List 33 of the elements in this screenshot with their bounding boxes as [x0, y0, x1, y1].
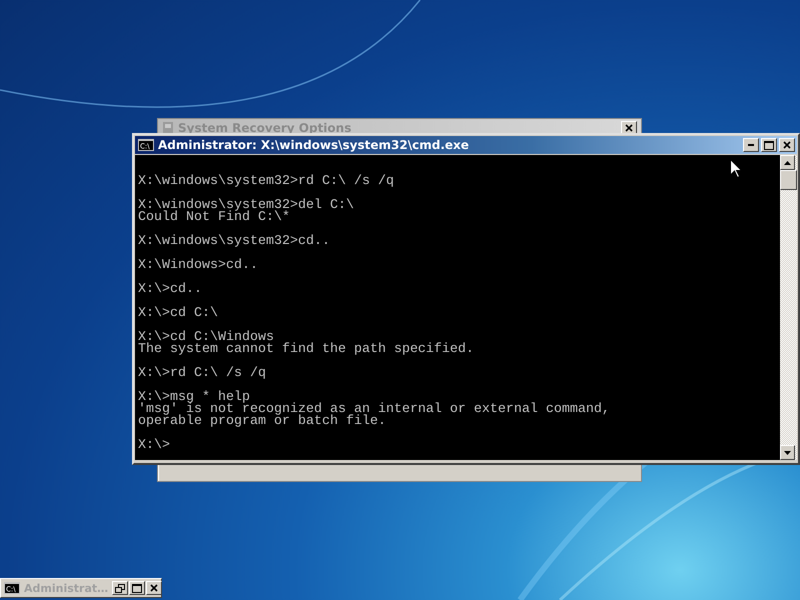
- window-title: Administrator: X:\windows\system32\cmd.exe: [158, 138, 469, 152]
- scroll-up-button[interactable]: [780, 155, 795, 170]
- restore-icon: [115, 584, 126, 592]
- console-line: X:\>rd C:\ /s /q: [138, 368, 267, 380]
- maximize-button[interactable]: [761, 138, 777, 152]
- minimize-button[interactable]: [743, 138, 759, 152]
- console-line: operable program or batch file.: [138, 416, 387, 428]
- close-icon: [150, 584, 158, 592]
- scroll-down-button[interactable]: [780, 445, 795, 460]
- console-line: X:\windows\system32>rd C:\ /s /q: [138, 176, 395, 188]
- scroll-thumb[interactable]: [780, 170, 797, 190]
- close-icon: [625, 124, 633, 132]
- down-arrow-icon: [784, 450, 791, 454]
- console-line: Could Not Find C:\*: [138, 212, 290, 224]
- scrollbar[interactable]: [780, 155, 797, 460]
- console-line: X:\>: [138, 440, 171, 452]
- console-line: X:\Windows>cd..: [138, 260, 259, 272]
- close-button[interactable]: [146, 581, 162, 595]
- console-line: X:\windows\system32>cd..: [138, 236, 331, 248]
- console-line: The system cannot find the path specified.: [138, 344, 475, 356]
- up-arrow-icon: [784, 160, 791, 164]
- minimize-icon: [748, 144, 754, 146]
- restore-button[interactable]: [112, 581, 128, 595]
- console-line: X:\>cd..: [138, 284, 203, 296]
- maximize-icon: [132, 584, 142, 592]
- console-line: X:\>msg * help: [138, 392, 250, 404]
- maximize-button[interactable]: [129, 581, 146, 595]
- maximize-icon: [764, 140, 774, 150]
- console-line: X:\>cd C:\: [138, 308, 219, 320]
- console-line: X:\windows\system32>del C:\: [138, 200, 355, 212]
- mouse-pointer-icon: [730, 159, 742, 178]
- close-icon: [783, 141, 791, 149]
- close-button[interactable]: [779, 138, 795, 152]
